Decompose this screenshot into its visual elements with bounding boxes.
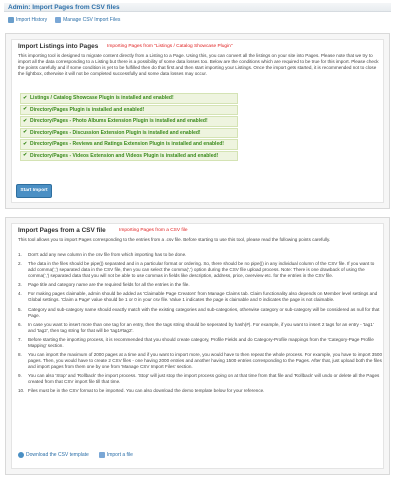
page-title: Admin: Import Pages from CSV files xyxy=(4,3,391,12)
import-file-icon xyxy=(98,452,105,459)
csv-import-subtitle: Importing Pages from a CSV file xyxy=(119,228,188,233)
requirement-checklist: Listings / Catalog Showcase Plugin is in… xyxy=(20,93,238,162)
step-item: 9. You can also 'Stop' and 'Rollback' the… xyxy=(18,373,380,384)
download-template-label: Download the CSV template xyxy=(26,452,89,458)
listings-import-intro: This importing tool is designed to migra… xyxy=(18,53,379,76)
step-item: 7. Before starting the importing process,… xyxy=(18,336,374,348)
step-item: 1. Don't add any new column in the csv fi… xyxy=(18,252,187,257)
check-listings-plugin: Listings / Catalog Showcase Plugin is in… xyxy=(20,93,238,104)
csv-import-intro: This tool allows you to import Pages cor… xyxy=(18,237,331,242)
step-item: 4. For making pages claimable, admin shou… xyxy=(18,291,378,303)
csv-import-steps: 1. Don't add any new column in the csv fi… xyxy=(18,252,382,397)
step-item: 6. In case you want to insert more than o… xyxy=(18,321,374,333)
import-file-link[interactable]: Import a file xyxy=(98,452,133,459)
step-item: 3. Page title and category name are the r… xyxy=(18,282,190,288)
check-discussion-extension: Directory/Pages - Discussion Extension P… xyxy=(20,127,238,138)
import-history-link[interactable]: Import History xyxy=(8,16,47,24)
csv-files-icon xyxy=(55,17,62,23)
check-photo-albums-extension: Directory/Pages - Photo Albums Extension… xyxy=(20,116,238,127)
step-item: 10. Files must be in the CSV format to be… xyxy=(18,388,265,394)
check-pages-plugin: Directory/Pages Plugin is installed and … xyxy=(20,104,238,115)
download-template-link[interactable]: Download the CSV template xyxy=(18,452,89,459)
check-reviews-extension: Directory/Pages - Reviews and Ratings Ex… xyxy=(20,139,238,150)
download-icon xyxy=(18,452,24,459)
history-icon xyxy=(8,17,14,23)
top-links: Import History Manage CSV Import Files xyxy=(8,16,120,24)
start-import-button[interactable]: Start Import xyxy=(16,184,52,198)
step-item: 2. The data in the files should be pipe(|… xyxy=(18,261,375,279)
csv-import-title: Import Pages from a CSV file xyxy=(18,227,106,234)
step-item: 5. Category and sub-category name should … xyxy=(18,306,380,318)
csv-bottom-links: Download the CSV template Import a file xyxy=(18,452,133,459)
manage-csv-files-link[interactable]: Manage CSV Import Files xyxy=(55,16,120,24)
listings-import-title: Import Listings into Pages xyxy=(18,43,99,50)
manage-csv-files-label: Manage CSV Import Files xyxy=(63,16,121,23)
step-item: 8. You can import the maximum of 2000 pag… xyxy=(18,351,382,369)
import-history-label: Import History xyxy=(16,16,48,23)
check-videos-extension: Directory/Pages - Videos Extension and V… xyxy=(20,150,238,161)
listings-import-subtitle: Importing Pages from "Listings / Catalog… xyxy=(107,44,233,49)
import-file-label: Import a file xyxy=(106,452,133,458)
